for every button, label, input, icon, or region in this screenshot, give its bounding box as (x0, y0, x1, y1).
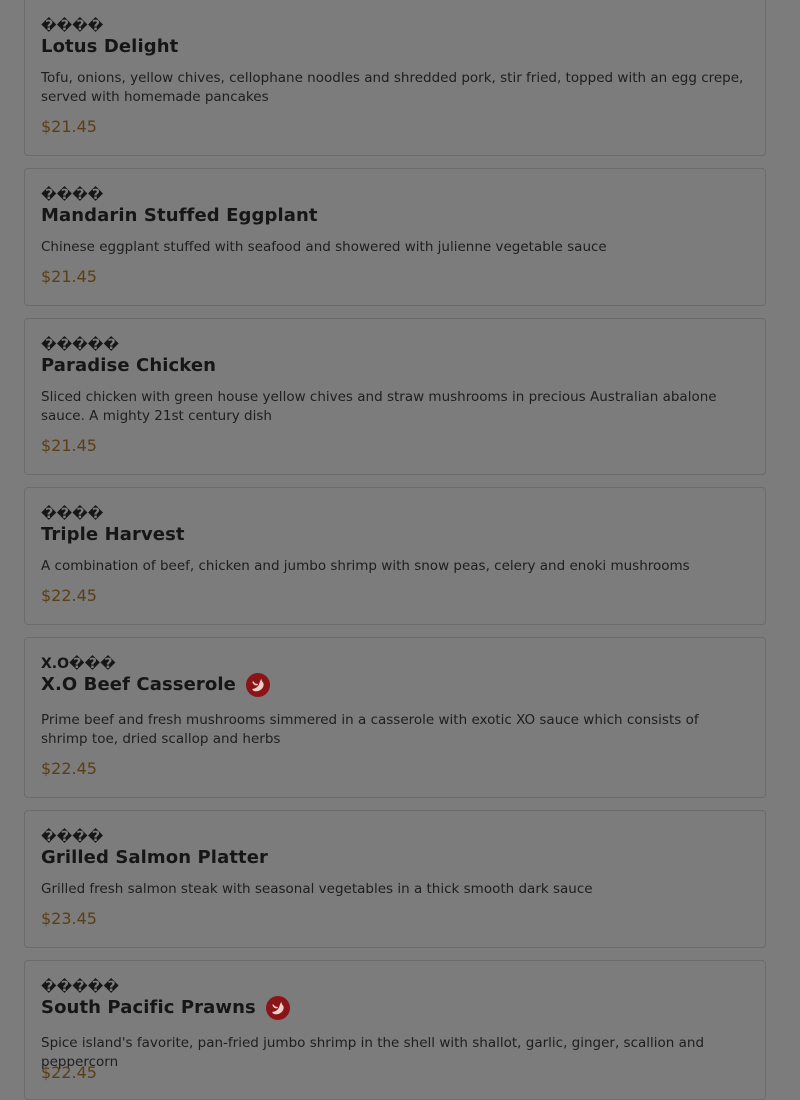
item-chinese-name: X.O��� (41, 656, 116, 672)
chili-pepper-icon (265, 996, 290, 1020)
item-description: Spice island's favorite, pan-fried jumbo… (41, 1035, 705, 1070)
item-description: Sliced chicken with green house yellow c… (41, 389, 717, 424)
item-price: $22.45 (41, 759, 97, 778)
menu-item-card[interactable]: ���� Grilled Salmon Platter Grilled fres… (24, 810, 766, 948)
item-price: $21.45 (41, 436, 97, 455)
item-name: X.O Beef Casserole (41, 674, 236, 695)
item-description: Grilled fresh salmon steak with seasonal… (41, 881, 593, 897)
item-price: $22.45 (41, 586, 97, 605)
item-chinese-name: ���� (41, 18, 104, 34)
menu-item-card[interactable]: ���� Lotus Delight Tofu, onions, yellow … (24, 0, 766, 156)
item-price: $21.45 (41, 117, 97, 136)
menu-item-card[interactable]: X.O��� X.O Beef Casserole Prime beef and… (24, 637, 766, 798)
menu-item-card[interactable]: ����� Paradise Chicken Sliced chicken wi… (24, 318, 766, 475)
item-description: Chinese eggplant stuffed with seafood an… (41, 239, 607, 255)
item-chinese-name: ���� (41, 187, 104, 203)
item-chinese-name: ����� (41, 337, 119, 353)
menu-item-card[interactable]: ���� Mandarin Stuffed Eggplant Chinese e… (24, 168, 766, 306)
item-description: Prime beef and fresh mushrooms simmered … (41, 712, 699, 747)
menu-item-card[interactable]: ���� Triple Harvest A combination of bee… (24, 487, 766, 625)
item-name: South Pacific Prawns (41, 997, 256, 1018)
item-description: Tofu, onions, yellow chives, cellophane … (41, 70, 744, 105)
item-name: Grilled Salmon Platter (41, 847, 269, 868)
item-name: Mandarin Stuffed Eggplant (41, 205, 318, 226)
chili-pepper-icon (245, 673, 270, 697)
item-price: $22.45 (41, 1063, 97, 1082)
item-chinese-name: ���� (41, 506, 104, 522)
item-description: A combination of beef, chicken and jumbo… (41, 558, 690, 574)
item-chinese-name: ����� (41, 979, 119, 995)
item-chinese-name: ���� (41, 829, 104, 845)
item-name: Triple Harvest (41, 524, 185, 545)
menu-item-card[interactable]: ����� South Pacific Prawns Spice island'… (24, 960, 766, 1100)
item-price: $23.45 (41, 909, 97, 928)
item-price: $21.45 (41, 267, 97, 286)
item-name: Paradise Chicken (41, 355, 217, 376)
item-name: Lotus Delight (41, 36, 179, 57)
